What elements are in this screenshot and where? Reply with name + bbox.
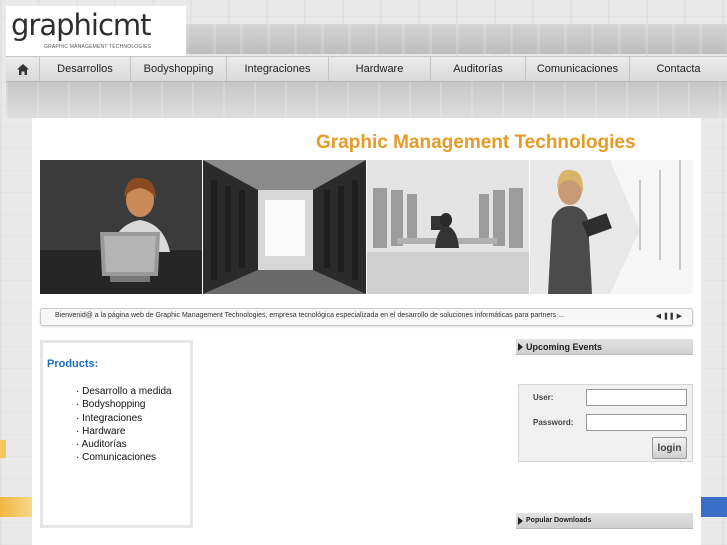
upcoming-events-label: Upcoming Events	[526, 342, 603, 352]
logo-tagline: GRAPHIC MANAGEMENT TECHNOLOGIES	[44, 44, 152, 50]
upcoming-events-header[interactable]: Upcoming Events	[516, 339, 693, 355]
product-link-bodyshopping[interactable]: · Bodyshopping	[76, 398, 186, 411]
decorative-strip	[701, 497, 727, 517]
nav-item-auditorias[interactable]: Auditorías	[431, 57, 526, 81]
login-button[interactable]: login	[652, 437, 687, 459]
logo[interactable]: graphicmt GRAPHIC MANAGEMENT TECHNOLOGIE…	[6, 6, 186, 56]
banner-image-woman-hallway	[530, 160, 693, 294]
nav-item-contacta[interactable]: Contacta	[630, 57, 727, 81]
ticker-controls[interactable]: ◀ ❚❚ ▶	[656, 312, 682, 320]
logo-wordmark: graphicmt	[11, 8, 152, 42]
user-input[interactable]	[586, 389, 687, 406]
nav-item-bodyshopping[interactable]: Bodyshopping	[131, 57, 227, 81]
password-input[interactable]	[586, 414, 687, 431]
nav-home[interactable]	[6, 57, 40, 81]
banner-image-server-room	[367, 160, 529, 294]
products-title: Products:	[47, 358, 99, 370]
nav-item-integraciones[interactable]: Integraciones	[227, 57, 329, 81]
product-link-auditorias[interactable]: · Auditorías	[76, 438, 186, 451]
product-link-hardware[interactable]: · Hardware	[76, 425, 186, 438]
decorative-strip	[0, 497, 32, 517]
header-background	[6, 82, 727, 118]
popular-downloads-header[interactable]: Popular Downloads	[516, 513, 693, 529]
products-box: Products: · Desarrollo a medida · Bodysh…	[40, 340, 193, 528]
banner-image-woman-computer	[40, 160, 202, 294]
products-list: · Desarrollo a medida · Bodyshopping · I…	[76, 385, 186, 465]
main-nav: Desarrollos Bodyshopping Integraciones H…	[6, 56, 727, 82]
nav-item-desarrollos[interactable]: Desarrollos	[40, 57, 131, 81]
arrow-right-icon	[518, 343, 523, 351]
banner-image-data-center	[203, 160, 366, 294]
user-label: User:	[533, 393, 554, 402]
login-form: User: Password: login	[518, 384, 693, 462]
nav-item-comunicaciones[interactable]: Comunicaciones	[526, 57, 630, 81]
product-link-comunicaciones[interactable]: · Comunicaciones	[76, 451, 186, 464]
home-icon	[16, 63, 29, 75]
page-title: Graphic Management Technologies	[316, 132, 636, 153]
product-link-desarrollo[interactable]: · Desarrollo a medida	[76, 385, 186, 398]
nav-item-hardware[interactable]: Hardware	[329, 57, 431, 81]
header-strip	[186, 24, 727, 54]
popular-downloads-label: Popular Downloads	[526, 517, 592, 524]
password-label: Password:	[533, 418, 574, 427]
arrow-right-icon	[518, 517, 523, 525]
news-ticker: Bienvenid@ a la página web de Graphic Ma…	[40, 308, 693, 326]
decorative-strip	[0, 440, 6, 458]
ticker-text: Bienvenid@ a la página web de Graphic Ma…	[55, 312, 564, 319]
product-link-integraciones[interactable]: · Integraciones	[76, 412, 186, 425]
